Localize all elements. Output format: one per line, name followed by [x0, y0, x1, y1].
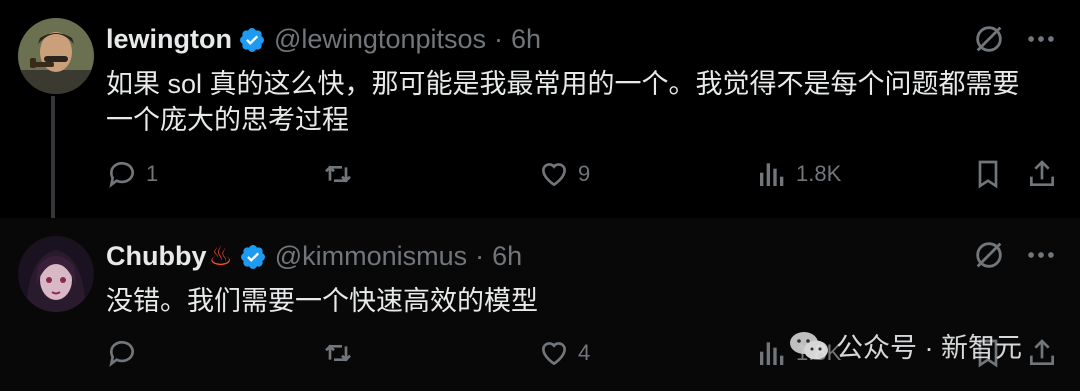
handle[interactable]: @kimmonismus [275, 241, 467, 272]
heart-icon [541, 342, 567, 366]
timestamp[interactable]: 6h [492, 241, 522, 272]
views-button[interactable]: 1.8K [756, 158, 841, 190]
tweet-text-line: 如果 sol 真的这么快，那可能是我最常用的一个。我觉得不是每个问题都需要 [106, 69, 1020, 99]
display-name[interactable]: lewington [106, 24, 232, 55]
heart-icon [541, 163, 567, 187]
reply-icon [109, 161, 134, 188]
display-name[interactable]: Chubby [106, 241, 207, 272]
share-icon [1030, 339, 1054, 365]
separator-dot: · [494, 24, 504, 54]
tweet-top-actions [972, 22, 1058, 56]
grok-icon[interactable] [972, 238, 1006, 272]
like-button[interactable]: 4 [538, 337, 590, 369]
watermark-text: 公众号 · 新智元 [836, 333, 1022, 363]
retweet-icon [325, 344, 351, 362]
views-count: 1.8K [796, 161, 842, 186]
reply-icon [109, 340, 134, 367]
avatar[interactable] [18, 18, 94, 94]
separator-dot: · [475, 241, 485, 271]
share-icon [1030, 160, 1054, 186]
tweet-actions: 1 9 1.8K [0, 158, 1080, 198]
verified-badge-icon [240, 244, 265, 269]
watermark: 公众号 · 新智元 [788, 326, 1022, 365]
views-chart-icon [760, 163, 784, 186]
tweet-text: 如果 sol 真的这么快，那可能是我最常用的一个。我觉得不是每个问题都需要 一个… [106, 66, 1056, 138]
avatar[interactable] [18, 236, 94, 312]
tweet-text: 没错。我们需要一个快速高效的模型 [106, 283, 1056, 319]
share-button[interactable] [1026, 337, 1058, 369]
like-button[interactable]: 9 [538, 158, 590, 190]
tweet-header: Chubby ♨ @kimmonismus · 6h [106, 241, 522, 272]
bookmark-button[interactable] [972, 158, 1004, 190]
verified-badge-icon [240, 27, 264, 52]
handle[interactable]: @lewingtonpitsos [274, 24, 486, 55]
reply-button[interactable] [106, 337, 146, 369]
tweet-text-line: 没错。我们需要一个快速高效的模型 [106, 286, 538, 316]
timestamp[interactable]: 6h [511, 24, 541, 55]
tweet-lewington[interactable]: lewington @lewingtonpitsos · 6h 如果 sol 真… [0, 0, 1080, 232]
hot-springs-emoji: ♨ [208, 241, 233, 271]
retweet-icon [325, 165, 351, 183]
bookmark-icon [978, 160, 998, 189]
retweet-button[interactable] [322, 158, 362, 190]
reply-button[interactable]: 1 [106, 158, 158, 190]
tweet-text-line: 一个庞大的思考过程 [106, 105, 349, 135]
wechat-icon [790, 331, 828, 359]
grok-icon[interactable] [972, 22, 1006, 56]
tweet-header: lewington @lewingtonpitsos · 6h [106, 24, 541, 55]
more-options-icon[interactable] [1024, 22, 1058, 56]
share-button[interactable] [1026, 158, 1058, 190]
like-count: 4 [578, 340, 591, 365]
like-count: 9 [578, 161, 591, 186]
tweet-top-actions [972, 238, 1058, 272]
more-options-icon[interactable] [1024, 238, 1058, 272]
views-chart-icon [760, 342, 784, 365]
retweet-button[interactable] [322, 337, 362, 369]
reply-count: 1 [146, 161, 159, 186]
